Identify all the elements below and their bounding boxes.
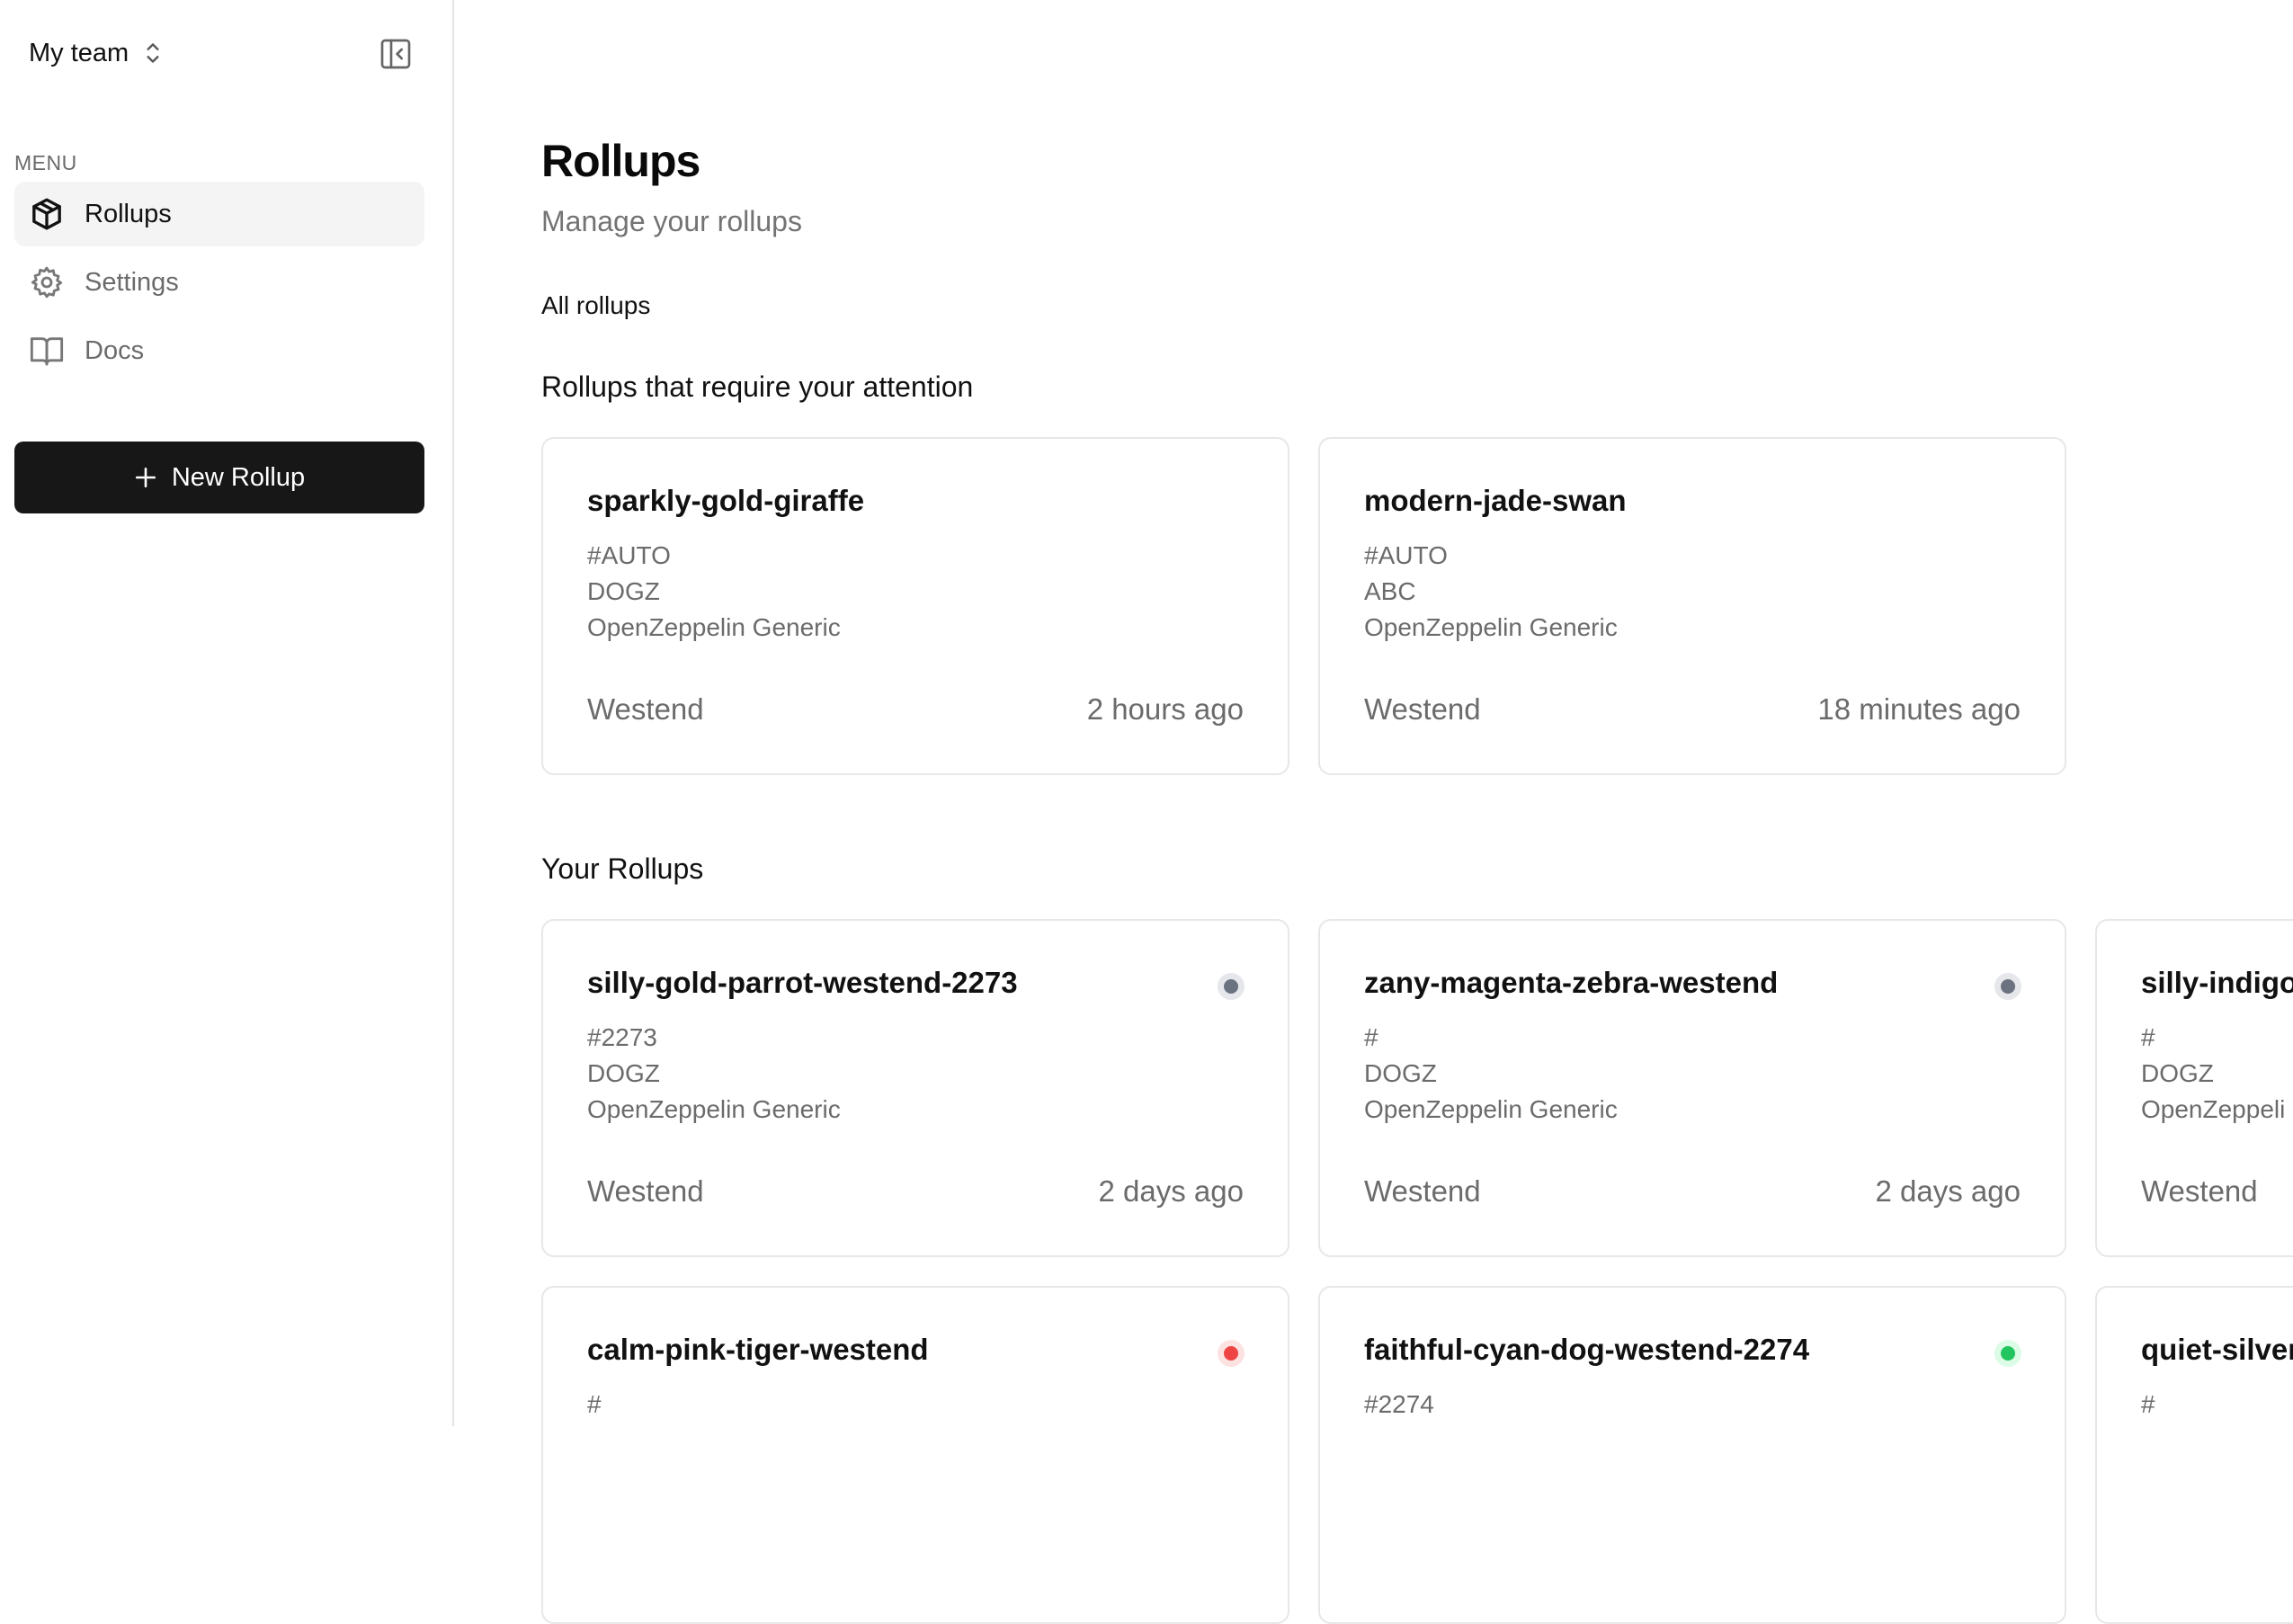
rollup-card[interactable]: modern-jade-swan #AUTO ABC OpenZeppelin … xyxy=(1318,437,2066,775)
page-subtitle: Manage your rollups xyxy=(541,205,802,237)
rollup-token: DOGZ xyxy=(1364,1059,1437,1087)
rollup-time: 18 minutes ago xyxy=(1817,692,2021,726)
rollup-name: silly-indigo xyxy=(2141,966,2293,999)
rollup-name: sparkly-gold-giraffe xyxy=(587,484,865,517)
rollup-name: modern-jade-swan xyxy=(1364,484,1627,517)
rollup-network: Westend xyxy=(1364,692,1481,726)
rollup-time: 2 days ago xyxy=(1875,1174,2021,1208)
sidebar-item-rollups[interactable]: Rollups xyxy=(14,182,424,246)
rollup-card[interactable]: zany-magenta-zebra-westend # DOGZ OpenZe… xyxy=(1318,919,2066,1257)
sidebar: My team MENU Rollups Settings Docs New R… xyxy=(0,0,454,1426)
status-indicator xyxy=(1994,973,2021,1000)
rollup-name: silly-gold-parrot-westend-2273 xyxy=(587,966,1018,999)
sidebar-item-settings[interactable]: Settings xyxy=(14,250,424,315)
status-indicator xyxy=(1994,1340,2021,1367)
rollup-card[interactable]: faithful-cyan-dog-westend-2274 #2274 xyxy=(1318,1286,2066,1624)
rollup-token: ABC xyxy=(1364,577,1416,605)
page-title: Rollups xyxy=(541,136,700,186)
your-rollups-section-title: Your Rollups xyxy=(541,852,704,885)
team-switcher[interactable]: My team xyxy=(29,31,165,76)
rollup-template: OpenZeppelin Generic xyxy=(587,613,841,641)
sidebar-collapse-icon[interactable] xyxy=(378,36,414,72)
rollup-token: DOGZ xyxy=(587,1059,660,1087)
status-indicator xyxy=(1218,973,1245,1000)
rollup-network: Westend xyxy=(587,1174,704,1208)
rollup-card[interactable]: sparkly-gold-giraffe #AUTO DOGZ OpenZepp… xyxy=(541,437,1289,775)
rollup-template: OpenZeppeli xyxy=(2141,1095,2286,1123)
sidebar-item-label: Docs xyxy=(85,335,145,365)
rollup-card[interactable]: calm-pink-tiger-westend # xyxy=(541,1286,1289,1624)
rollup-id: # xyxy=(1364,1023,1378,1051)
status-indicator xyxy=(1218,1340,1245,1367)
rollup-template: OpenZeppelin Generic xyxy=(587,1095,841,1123)
team-name: My team xyxy=(29,38,129,67)
package-icon xyxy=(32,198,61,230)
rollup-name: calm-pink-tiger-westend xyxy=(587,1333,929,1366)
gear-icon xyxy=(31,266,63,299)
sidebar-item-label: Settings xyxy=(85,267,179,297)
rollup-network: Westend xyxy=(2141,1174,2258,1208)
new-rollup-button[interactable]: New Rollup xyxy=(14,442,424,513)
sidebar-nav: Rollups Settings Docs xyxy=(14,182,424,387)
rollup-template: OpenZeppelin Generic xyxy=(1364,613,1618,641)
rollup-id: # xyxy=(587,1390,602,1418)
rollup-time: 2 hours ago xyxy=(1086,692,1244,726)
rollup-network: Westend xyxy=(1364,1174,1481,1208)
rollup-card[interactable]: silly-indigo # DOGZ OpenZeppeli Westend xyxy=(2095,919,2293,1257)
rollup-id: #2274 xyxy=(1364,1390,1434,1418)
rollup-card[interactable]: quiet-silver # xyxy=(2095,1286,2293,1624)
new-rollup-label: New Rollup xyxy=(171,462,306,492)
menu-label: MENU xyxy=(14,151,77,174)
rollup-token: DOGZ xyxy=(587,577,660,605)
rollup-id: # xyxy=(2141,1023,2155,1051)
chevrons-up-down-icon xyxy=(147,43,159,63)
sidebar-item-docs[interactable]: Docs xyxy=(14,318,424,383)
rollup-id: #2273 xyxy=(587,1023,657,1051)
attention-section-title: Rollups that require your attention xyxy=(541,370,974,403)
rollup-template: OpenZeppelin Generic xyxy=(1364,1095,1618,1123)
rollup-name: zany-magenta-zebra-westend xyxy=(1364,966,1779,999)
rollup-id: #AUTO xyxy=(1364,541,1448,569)
tab-all-rollups[interactable]: All rollups xyxy=(541,291,650,320)
rollup-card[interactable]: silly-gold-parrot-westend-2273 #2273 DOG… xyxy=(541,919,1289,1257)
plus-icon xyxy=(135,467,156,488)
rollup-id: #AUTO xyxy=(587,541,671,569)
sidebar-item-label: Rollups xyxy=(85,199,172,228)
rollup-name: faithful-cyan-dog-westend-2274 xyxy=(1364,1333,1810,1366)
rollup-id: # xyxy=(2141,1390,2155,1418)
rollup-time: 2 days ago xyxy=(1098,1174,1244,1208)
book-icon xyxy=(30,337,64,366)
rollup-name: quiet-silver xyxy=(2141,1333,2293,1366)
rollup-token: DOGZ xyxy=(2141,1059,2214,1087)
rollup-network: Westend xyxy=(587,692,704,726)
